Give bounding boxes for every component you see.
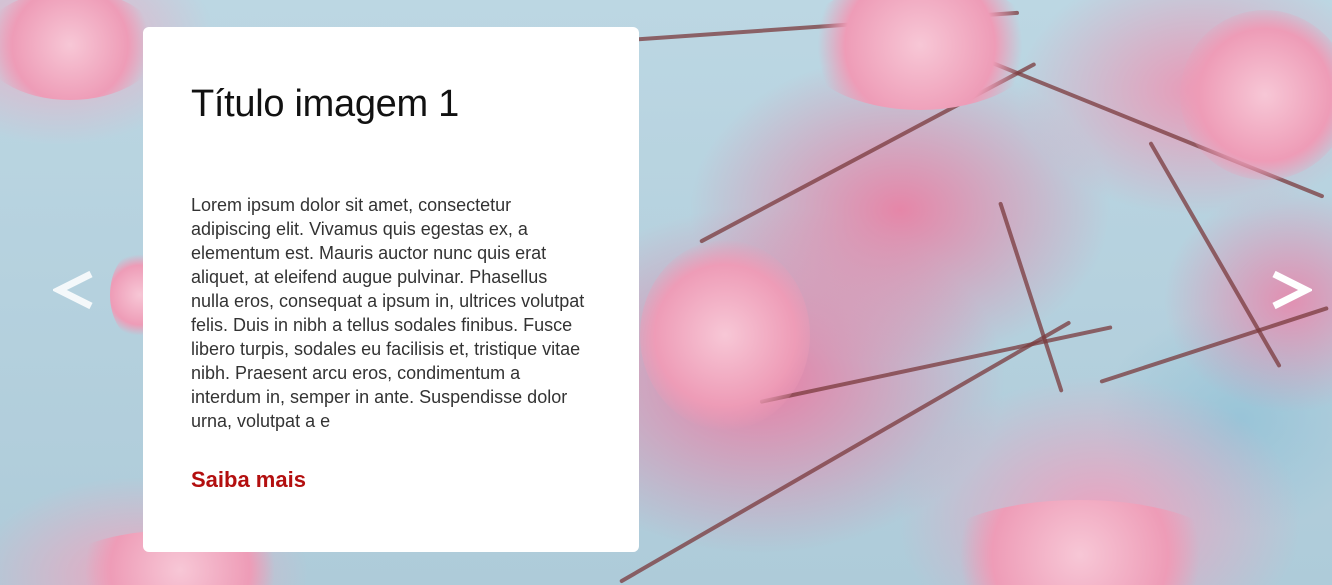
image-slider: Título imagem 1 Lorem ipsum dolor sit am… [0, 0, 1332, 585]
previous-slide-button[interactable] [47, 262, 103, 318]
slide-description: Lorem ipsum dolor sit amet, consectetur … [191, 195, 585, 431]
slide-caption-card: Título imagem 1 Lorem ipsum dolor sit am… [143, 27, 639, 552]
chevron-left-icon [53, 270, 93, 310]
next-slide-button[interactable] [1262, 262, 1318, 318]
slide-title: Título imagem 1 [191, 83, 459, 125]
saiba-mais-link[interactable]: Saiba mais [191, 467, 306, 493]
chevron-right-icon [1272, 270, 1312, 310]
